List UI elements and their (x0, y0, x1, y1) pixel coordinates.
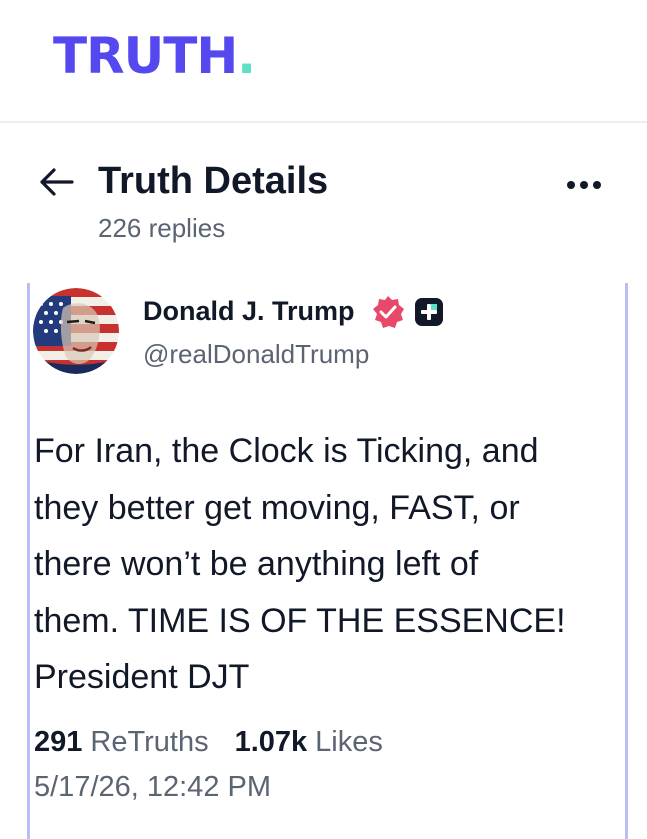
logo-text: TRUTH (53, 27, 238, 85)
post-timestamp: 5/17/26, 12:42 PM (34, 771, 271, 803)
truth-logo[interactable]: TRUTH. (53, 26, 256, 86)
author-handle[interactable]: @realDonaldTrump (143, 336, 369, 372)
truth-details-page: TRUTH. Truth Details 226 replies Donald … (0, 0, 647, 839)
replies-count: 226 replies (98, 213, 226, 243)
top-bar: TRUTH. (0, 0, 647, 123)
verified-badge-icon (373, 296, 404, 328)
retruths-count: 291 (34, 726, 83, 758)
retruths-stat[interactable]: 291 ReTruths (34, 722, 209, 762)
author-name[interactable]: Donald J. Trump (143, 292, 355, 330)
likes-stat[interactable]: 1.07k Likes (235, 722, 383, 762)
back-button[interactable] (36, 164, 76, 200)
retruths-label: ReTruths (90, 726, 209, 758)
post-stats: 291 ReTruths 1.07k Likes (34, 722, 409, 762)
logo-dot: . (237, 27, 256, 85)
avatar[interactable] (33, 288, 119, 374)
ellipsis-dot (580, 181, 588, 189)
likes-count: 1.07k (234, 726, 308, 758)
avatar-image (33, 288, 119, 374)
plus-badge-icon (415, 298, 443, 326)
ellipsis-dot (593, 181, 601, 189)
arrow-left-icon (40, 168, 74, 196)
more-options-button[interactable] (560, 170, 608, 200)
post-text: For Iran, the Clock is Ticking, and they… (34, 432, 566, 696)
ellipsis-icon (567, 181, 575, 189)
page-title: Truth Details (98, 160, 329, 202)
likes-label: Likes (315, 726, 383, 758)
